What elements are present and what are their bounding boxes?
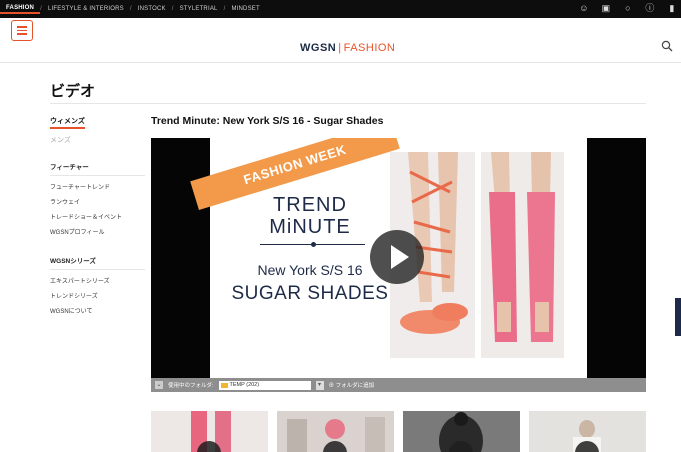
sidebar-item-runway[interactable]: ランウェイ [50,194,145,209]
chevron-down-icon[interactable]: ⌄ [155,381,163,389]
folder-dropdown-icon[interactable]: ▾ [315,380,324,390]
folder-select[interactable]: TEMP (202) [218,380,311,390]
title-dot [311,242,316,247]
wgsn-logo[interactable]: WGSN | FASHION [300,42,395,54]
nav-styletrial[interactable]: STYLETRIAL [174,6,224,12]
title-divider [50,103,646,104]
nav-mindset[interactable]: MINDSET [225,6,265,12]
page-title: ビデオ [50,83,96,100]
video-thumbnail[interactable] [151,411,268,452]
site-header [0,18,681,63]
hamburger-icon [17,29,27,32]
sidebar: ウィメンズ メンズ フィーチャー フューチャートレンド ランウェイ トレードショ… [50,116,145,318]
sidebar-item-womens[interactable]: ウィメンズ [50,116,85,129]
sidebar-item-about-wgsn[interactable]: WGSNについて [50,303,145,318]
folder-label: 使用中のフォルダ: [168,383,214,389]
logo-main: WGSN [300,42,337,54]
folder-icon [220,382,228,388]
subtitle-theme: SUGAR SHADES [231,283,389,304]
sidebar-item-future-trends[interactable]: フューチャートレンド [50,179,145,194]
briefcase-icon[interactable]: ▣ [601,3,611,13]
feedback-tab[interactable] [675,298,681,336]
video-thumbnail[interactable] [277,411,394,452]
play-icon[interactable] [370,230,424,284]
folder-bar: ⌄ 使用中のフォルダ: TEMP (202) ▾ ⊕ フォルダに追加 [151,378,646,392]
info-icon[interactable]: ⓘ [645,3,655,13]
nav-lifestyle-interiors[interactable]: LIFESTYLE & INTERIORS [42,6,130,12]
video-player[interactable]: FASHION WEEK TREND MiNUTE New York S/S 1… [151,138,646,378]
sidebar-item-mens[interactable]: メンズ [50,135,145,145]
video-thumbnail[interactable] [529,411,646,452]
nav-fashion[interactable]: FASHION [0,5,41,14]
add-to-folder-label: フォルダに追加 [335,383,375,389]
hamburger-icon [17,26,27,28]
trend-text: TREND [273,194,347,216]
sidebar-item-trend-series[interactable]: トレンドシリーズ [50,288,145,303]
menu-button[interactable] [11,20,33,41]
sandal-photo-right [481,152,564,358]
sidebar-item-wgsn-profile[interactable]: WGSNプロフィール [50,224,145,239]
sidebar-item-tradeshows[interactable]: トレードショー＆イベント [50,209,145,224]
more-icon[interactable]: ▮ [667,3,677,13]
sidebar-section-series: WGSNシリーズ [50,255,145,270]
sidebar-item-expert-series[interactable]: エキスパートシリーズ [50,273,145,288]
logo-sub: FASHION [343,42,396,54]
add-to-folder-button[interactable]: ⊕ フォルダに追加 [329,381,375,389]
search-icon[interactable] [661,40,675,54]
top-nav: FASHION / LIFESTYLE & INTERIORS / INSTOC… [0,0,681,18]
logo-separator: | [338,42,342,54]
video-thumbnail[interactable] [403,411,520,452]
top-nav-icons: ☺ ▣ ○ ⓘ ▮ [579,3,677,13]
hamburger-icon [17,33,27,35]
folder-value: TEMP (202) [229,382,260,388]
sidebar-section-features: フィーチャー [50,161,145,176]
video-title: Trend Minute: New York S/S 16 - Sugar Sh… [151,115,384,127]
user-icon[interactable]: ☺ [579,3,589,13]
chat-icon[interactable]: ○ [623,3,633,13]
nav-instock[interactable]: INSTOCK [132,6,172,12]
